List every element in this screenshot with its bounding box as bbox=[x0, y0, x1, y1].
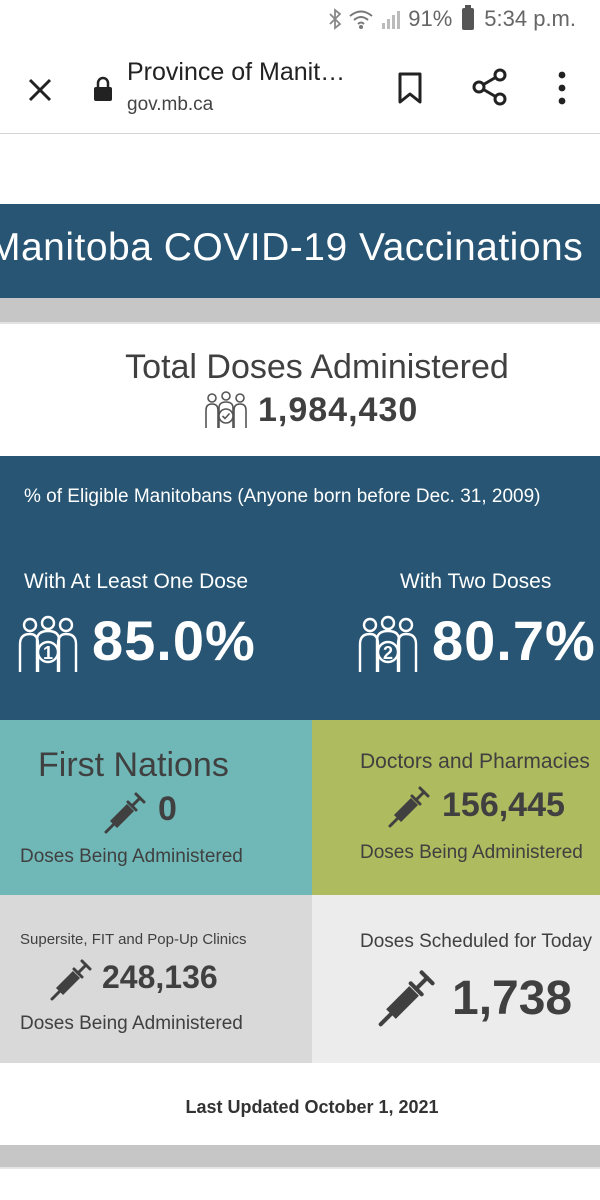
doctors-heading: Doctors and Pharmacies bbox=[360, 750, 590, 773]
syringe-icon bbox=[104, 792, 146, 834]
two-doses-value: 80.7% bbox=[432, 609, 596, 672]
two-doses-icon-digit: 2 bbox=[383, 643, 393, 663]
supersite-value: 248,136 bbox=[102, 959, 218, 995]
total-doses-row: 1,984,430 bbox=[204, 390, 418, 430]
wifi-icon bbox=[349, 10, 373, 29]
syringe-icon bbox=[50, 959, 92, 1001]
one-dose-value: 85.0% bbox=[92, 609, 256, 672]
people-dose-icon: 1 bbox=[18, 615, 78, 672]
total-doses-value: 1,984,430 bbox=[258, 390, 419, 429]
clock: 5:34 p.m. bbox=[484, 6, 576, 31]
battery-percent: 91% bbox=[408, 6, 453, 31]
lock-icon bbox=[94, 76, 112, 101]
browser-toolbar: Province of Manit… gov.mb.ca bbox=[0, 42, 600, 134]
syringe-icon bbox=[378, 970, 435, 1027]
more-vert-icon[interactable] bbox=[550, 68, 574, 108]
scheduled-value: 1,738 bbox=[452, 972, 573, 1025]
divider-band bbox=[0, 298, 600, 322]
people-dose-icon: 2 bbox=[358, 615, 418, 672]
bookmark-icon[interactable] bbox=[395, 70, 425, 106]
share-icon[interactable] bbox=[472, 68, 508, 106]
syringe-icon bbox=[388, 786, 430, 828]
first-nations-heading: First Nations bbox=[38, 746, 229, 784]
battery-icon bbox=[462, 5, 475, 30]
two-doses-label: With Two Doses bbox=[400, 570, 552, 593]
one-dose-label: With At Least One Dose bbox=[24, 570, 249, 593]
people-check-icon bbox=[205, 391, 247, 428]
eligible-title: % of Eligible Manitobans (Anyone born be… bbox=[24, 486, 541, 507]
dashboard-banner: Manitoba COVID-19 Vaccinations bbox=[0, 204, 600, 298]
banner-title: Manitoba COVID-19 Vaccinations bbox=[0, 226, 584, 269]
status-bar: 91% 5:34 p.m. bbox=[0, 0, 600, 42]
signal-icon bbox=[382, 11, 401, 29]
last-updated-panel: Last Updated October 1, 2021 bbox=[0, 1063, 600, 1145]
supersite-heading: Supersite, FIT and Pop-Up Clinics bbox=[20, 931, 247, 948]
doctors-pharmacies-tile: Doctors and Pharmacies 156,445 Doses Bei… bbox=[312, 720, 600, 895]
doctors-value: 156,445 bbox=[442, 786, 565, 824]
bluetooth-icon bbox=[329, 8, 342, 30]
bottom-divider-band bbox=[0, 1145, 600, 1167]
eligible-panel: % of Eligible Manitobans (Anyone born be… bbox=[0, 456, 600, 720]
scheduled-heading: Doses Scheduled for Today bbox=[360, 931, 593, 952]
supersite-sub: Doses Being Administered bbox=[20, 1013, 243, 1034]
supersite-tile: Supersite, FIT and Pop-Up Clinics 248,13… bbox=[0, 895, 312, 1063]
total-doses-title: Total Doses Administered bbox=[125, 348, 509, 386]
first-nations-tile: First Nations 0 Doses Being Administered bbox=[0, 720, 312, 895]
page-title[interactable]: Province of Manit… bbox=[127, 58, 345, 87]
scheduled-today-tile: Doses Scheduled for Today 1,738 bbox=[312, 895, 600, 1063]
last-updated-text: Last Updated October 1, 2021 bbox=[185, 1097, 439, 1117]
page-url[interactable]: gov.mb.ca bbox=[127, 94, 213, 116]
first-nations-sub: Doses Being Administered bbox=[20, 846, 243, 867]
bottom-divider-line bbox=[0, 1167, 600, 1200]
close-icon[interactable] bbox=[22, 72, 58, 108]
doctors-sub: Doses Being Administered bbox=[360, 842, 583, 863]
total-doses-panel: Total Doses Administered 1,984,430 bbox=[0, 324, 600, 456]
status-icons: 91% 5:34 p.m. bbox=[328, 5, 576, 32]
first-nations-value: 0 bbox=[158, 790, 177, 828]
one-dose-icon-digit: 1 bbox=[43, 643, 53, 663]
